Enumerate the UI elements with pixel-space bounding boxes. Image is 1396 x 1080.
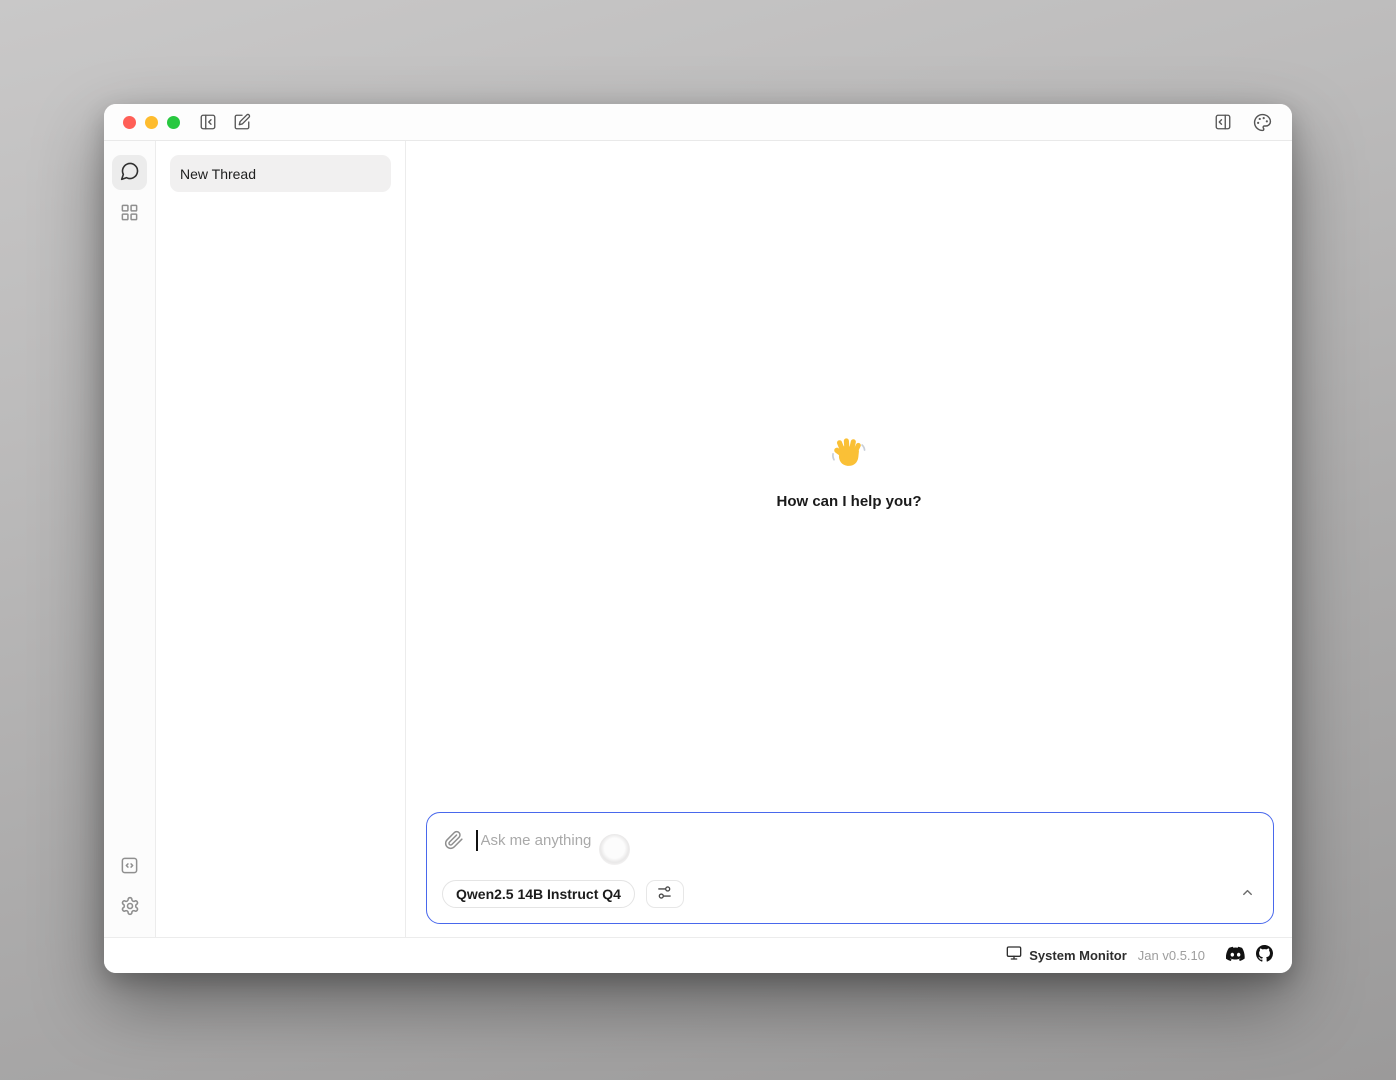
message-input[interactable]	[478, 832, 1258, 849]
waving-hand-emoji	[830, 436, 868, 479]
composer-model-row: Qwen2.5 14B Instruct Q4	[442, 880, 684, 908]
discord-link[interactable]	[1226, 946, 1245, 966]
attach-file-button[interactable]	[442, 828, 466, 852]
traffic-lights	[123, 116, 180, 129]
new-thread-button[interactable]	[231, 111, 253, 133]
chevron-up-icon	[1240, 888, 1255, 903]
system-monitor-button[interactable]: System Monitor	[1006, 945, 1127, 966]
toolbar-left	[197, 111, 253, 133]
model-selector-label: Qwen2.5 14B Instruct Q4	[456, 886, 621, 902]
discord-icon	[1226, 946, 1245, 966]
model-selector-button[interactable]: Qwen2.5 14B Instruct Q4	[442, 880, 635, 908]
thread-list-item[interactable]: New Thread	[170, 155, 391, 192]
composer-collapse-button[interactable]	[1238, 883, 1257, 905]
theme-toggle-button[interactable]	[1251, 111, 1274, 134]
thread-title: New Thread	[180, 166, 256, 182]
title-bar	[104, 104, 1292, 141]
status-bar: System Monitor Jan v0.5.10	[104, 937, 1292, 973]
sidebar-item-settings[interactable]	[112, 890, 147, 925]
minimize-window-button[interactable]	[145, 116, 158, 129]
new-thread-compose-icon	[233, 113, 251, 131]
panel-right-toggle-button[interactable]	[1212, 111, 1234, 133]
sliders-icon	[656, 884, 673, 904]
local-api-server-icon	[120, 856, 139, 878]
zoom-window-button[interactable]	[167, 116, 180, 129]
footer-links	[1226, 945, 1273, 967]
app-window: New Thread	[104, 104, 1292, 973]
model-settings-button[interactable]	[646, 880, 684, 908]
system-monitor-label: System Monitor	[1029, 948, 1127, 963]
hub-grid-icon	[120, 203, 139, 225]
desktop-background: New Thread	[0, 0, 1396, 1080]
theme-palette-icon	[1253, 113, 1272, 132]
panel-left-icon	[199, 113, 217, 131]
panel-right-icon	[1214, 113, 1232, 131]
panel-left-toggle-button[interactable]	[197, 111, 219, 133]
thread-list-panel: New Thread	[156, 141, 406, 937]
empty-state-greeting: How can I help you?	[406, 436, 1292, 510]
paperclip-icon	[444, 830, 464, 850]
monitor-icon	[1006, 945, 1022, 966]
greeting-text: How can I help you?	[776, 493, 921, 510]
app-version-label: Jan v0.5.10	[1138, 948, 1205, 963]
close-window-button[interactable]	[123, 116, 136, 129]
github-icon	[1256, 945, 1273, 967]
sidebar-item-chat[interactable]	[112, 155, 147, 190]
sidebar-item-hub[interactable]	[112, 196, 147, 231]
github-link[interactable]	[1256, 945, 1273, 967]
chat-composer: Qwen2.5 14B Instruct Q4	[426, 812, 1274, 924]
main-chat-area: How can I help you?	[406, 141, 1292, 937]
sidebar-item-local-api-server[interactable]	[112, 849, 147, 884]
icon-rail-sidebar	[104, 141, 156, 937]
window-body: New Thread	[104, 141, 1292, 937]
chat-icon	[120, 161, 140, 184]
settings-gear-icon	[120, 896, 140, 919]
composer-input-row	[427, 813, 1273, 852]
toolbar-right	[1212, 111, 1274, 134]
